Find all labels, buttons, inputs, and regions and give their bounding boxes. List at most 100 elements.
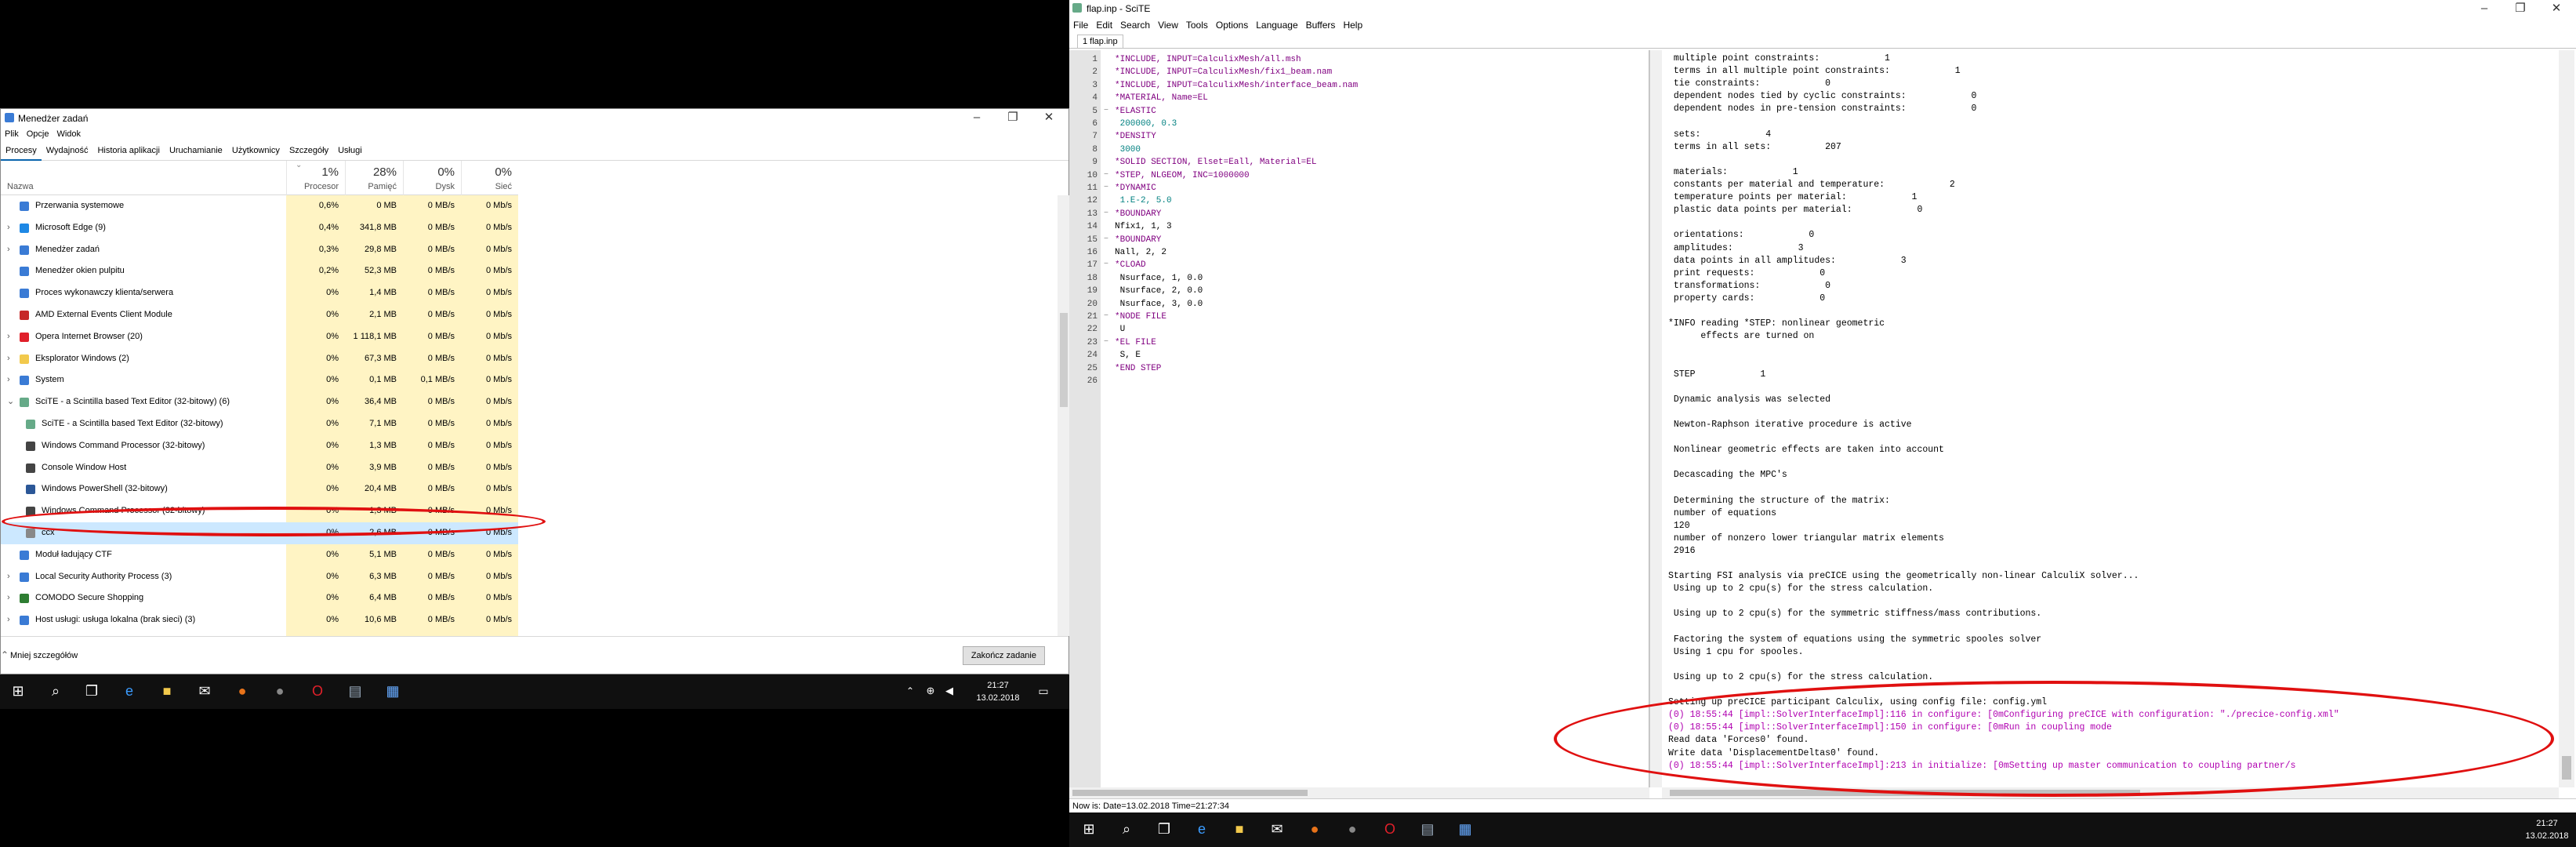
process-row[interactable]: Console Window Host 0% 3,9 MB 0 MB/s 0 Mb/s [1, 456, 518, 479]
process-row[interactable]: › Microsoft Edge (9) 0,4% 341,8 MB 0 MB/s 0 M… [1, 216, 518, 239]
mail-icon[interactable]: ✉ [1268, 820, 1286, 838]
chevron-right-icon[interactable]: › [7, 609, 10, 631]
fold-marker-icon[interactable]: − [1104, 171, 1108, 180]
process-row[interactable]: › Menedżer zadań 0,3% 29,8 MB 0 MB/s 0 Mb/s [1, 238, 518, 261]
chevron-right-icon[interactable]: › [7, 348, 10, 370]
fold-marker-icon[interactable]: − [1104, 260, 1108, 269]
task-manager-taskbar-icon[interactable]: ▦ [1457, 820, 1474, 838]
scite-maximize-icon[interactable]: ❐ [2502, 0, 2538, 19]
menu-view[interactable]: Widok [53, 128, 85, 140]
edge-icon[interactable]: e [1193, 820, 1210, 838]
fold-marker-icon[interactable]: − [1104, 235, 1108, 244]
column-name[interactable]: Nazwa [7, 182, 34, 191]
process-row[interactable]: › Host usługi: usługa lokalna (brak sieci… [1, 609, 518, 631]
tab-performance[interactable]: Wydajność [42, 142, 93, 159]
output-vscrollbar[interactable] [2559, 50, 2574, 787]
right-clock-time[interactable]: 21:27 [2520, 819, 2574, 828]
menu-language[interactable]: Language [1252, 17, 1301, 33]
column-cpu[interactable]: 1% Procesor [286, 161, 345, 195]
app-orange-icon[interactable]: ● [234, 682, 251, 700]
editor-hscrollbar[interactable] [1069, 787, 1649, 798]
tab-services[interactable]: Usługi [333, 142, 367, 159]
tab-flap-inp[interactable]: 1 flap.inp [1077, 35, 1123, 48]
menu-view[interactable]: View [1154, 17, 1182, 33]
scite-minimize-icon[interactable]: – [2466, 0, 2502, 19]
process-row[interactable]: Windows PowerShell (32-bitowy) 0% 20,4 MB 0… [1, 478, 518, 501]
code-editor[interactable]: 1 2 3 4 5 6 7 8 9 10 11 12 13 14 15 16 17 18 19 20 21 22 23 24 2… [1069, 50, 1649, 787]
menu-buffers[interactable]: Buffers [1302, 17, 1340, 33]
notification-icon[interactable]: ▭ [1035, 682, 1052, 700]
chevron-right-icon[interactable]: › [7, 587, 10, 609]
fold-marker-icon[interactable]: − [1104, 338, 1108, 347]
close-icon[interactable]: ✕ [1031, 109, 1067, 128]
process-row[interactable]: › COMODO Secure Shopping 0% 6,4 MB 0 MB/s 0 M… [1, 587, 518, 610]
scrollbar-thumb[interactable] [1060, 313, 1068, 407]
tab-details[interactable]: Szczegóły [285, 142, 333, 159]
menu-search[interactable]: Search [1116, 17, 1154, 33]
chevron-right-icon[interactable]: › [7, 566, 10, 588]
chevron-right-icon[interactable]: › [7, 369, 10, 391]
tab-processes[interactable]: Procesy [1, 142, 42, 161]
app-gray-icon[interactable]: ● [271, 682, 288, 700]
pane-splitter[interactable] [1649, 50, 1662, 787]
menu-options[interactable]: Options [1212, 17, 1252, 33]
chevron-right-icon[interactable]: › [7, 217, 10, 239]
process-row[interactable]: › Eksplorator Windows (2) 0% 67,3 MB 0 MB/s 0… [1, 347, 518, 370]
menu-file[interactable]: Plik [1, 128, 23, 140]
tab-startup[interactable]: Uruchamianie [165, 142, 227, 159]
tray-volume-icon[interactable]: ◀ [941, 682, 958, 700]
right-clock-date[interactable]: 13.02.2018 [2520, 831, 2574, 841]
menu-tools[interactable]: Tools [1182, 17, 1212, 33]
fold-marker-icon[interactable]: − [1104, 312, 1108, 321]
process-row[interactable]: › Local Security Authority Process (3) 0% 6… [1, 565, 518, 588]
task-manager-taskbar-icon[interactable]: ▦ [384, 682, 401, 700]
process-row[interactable]: Proces wykonawczy klienta/serwera 0% 1,4 M… [1, 282, 518, 304]
tray-chevron-icon[interactable]: ⌃ [902, 682, 919, 700]
process-row[interactable]: Moduł ładujący CTF 0% 5,1 MB 0 MB/s 0 Mb/s [1, 543, 518, 566]
start-icon[interactable]: ⊞ [1080, 820, 1098, 838]
scite-taskbar-icon[interactable]: ▤ [1419, 820, 1436, 838]
maximize-icon[interactable]: ❐ [995, 109, 1031, 128]
process-row[interactable]: › System 0% 0,1 MB 0,1 MB/s 0 Mb/s [1, 369, 518, 392]
process-row[interactable]: SciTE - a Scintilla based Text Editor (3… [1, 413, 518, 435]
process-row[interactable]: ⌄ SciTE - a Scintilla based Text Editor (… [1, 391, 518, 413]
output-vscroll-thumb[interactable] [2562, 756, 2571, 780]
app-orange-icon[interactable]: ● [1306, 820, 1323, 838]
end-task-button[interactable]: Zakończ zadanie [962, 646, 1045, 665]
edge-icon[interactable]: e [121, 682, 138, 700]
fold-marker-icon[interactable]: − [1104, 184, 1108, 192]
left-clock-date[interactable]: 13.02.2018 [971, 693, 1025, 703]
minimize-icon[interactable]: – [959, 109, 995, 128]
app-gray-icon[interactable]: ● [1344, 820, 1361, 838]
process-list-scrollbar[interactable] [1058, 195, 1070, 636]
chevron-right-icon[interactable]: › [7, 326, 10, 348]
menu-edit[interactable]: Edit [1092, 17, 1116, 33]
search-icon[interactable]: ⌕ [47, 682, 64, 700]
process-row[interactable]: Przerwania systemowe 0,6% 0 MB 0 MB/s 0 Mb/s [1, 195, 518, 217]
chevron-right-icon[interactable]: › [7, 239, 10, 261]
file-explorer-icon[interactable]: ■ [1231, 820, 1248, 838]
process-row[interactable]: Windows Command Processor (32-bitowy) 0% 1… [1, 434, 518, 457]
editor-hscroll-thumb[interactable] [1072, 790, 1308, 796]
fold-marker-icon[interactable]: − [1104, 209, 1108, 218]
column-memory[interactable]: 28% Pamięć [345, 161, 403, 195]
chevron-down-icon[interactable]: ⌄ [7, 391, 14, 413]
left-clock-time[interactable]: 21:27 [971, 681, 1025, 690]
file-explorer-icon[interactable]: ■ [158, 682, 176, 700]
fold-marker-icon[interactable]: − [1104, 107, 1108, 115]
process-row[interactable]: Menedżer okien pulpitu 0,2% 52,3 MB 0 MB/s 0… [1, 260, 518, 283]
menu-help[interactable]: Help [1339, 17, 1366, 33]
column-network[interactable]: 0% Sieć [461, 161, 518, 195]
scite-taskbar-icon[interactable]: ▤ [346, 682, 364, 700]
scite-close-icon[interactable]: ✕ [2538, 0, 2574, 19]
output-pane[interactable]: multiple point constraints: 1 terms in a… [1662, 50, 2559, 787]
tray-network-icon[interactable]: ⊕ [922, 682, 939, 700]
mail-icon[interactable]: ✉ [196, 682, 213, 700]
task-view-icon[interactable]: ❐ [1156, 820, 1173, 838]
opera-icon[interactable]: O [1381, 820, 1399, 838]
menu-file[interactable]: File [1069, 17, 1092, 33]
menu-options[interactable]: Opcje [23, 128, 53, 140]
tab-app-history[interactable]: Historia aplikacji [93, 142, 164, 159]
process-row[interactable]: AMD External Events Client Module 0% 2,1 M… [1, 304, 518, 326]
tab-users[interactable]: Użytkownicy [227, 142, 285, 159]
